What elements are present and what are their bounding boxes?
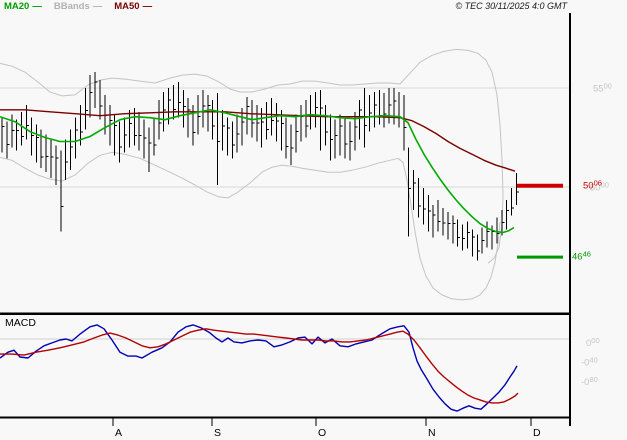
- x-axis-month-label: A: [115, 427, 122, 439]
- macd-axis-tick-label: -080: [581, 375, 598, 388]
- level-label: 4646: [572, 250, 591, 263]
- x-axis-month-label: O: [318, 427, 326, 439]
- chart-canvas: 5500500050064646000-040-080A S O N D: [0, 13, 612, 439]
- price-axis-tick-label: 5500: [593, 82, 612, 95]
- macd-macd-line: [0, 324, 518, 412]
- stock-chart-screen: MA20— BBands — MA50— © TEC 30/11/2025 4:0 G…: [0, 0, 627, 440]
- bollinger-band-lower: [0, 151, 501, 301]
- x-axis-month-label: S: [214, 427, 221, 439]
- x-axis-month-label: N: [428, 427, 436, 439]
- x-axis-month-label: D: [533, 427, 541, 439]
- macd-axis-tick-label: 000: [586, 336, 600, 349]
- macd-axis-tick-label: -040: [581, 356, 598, 369]
